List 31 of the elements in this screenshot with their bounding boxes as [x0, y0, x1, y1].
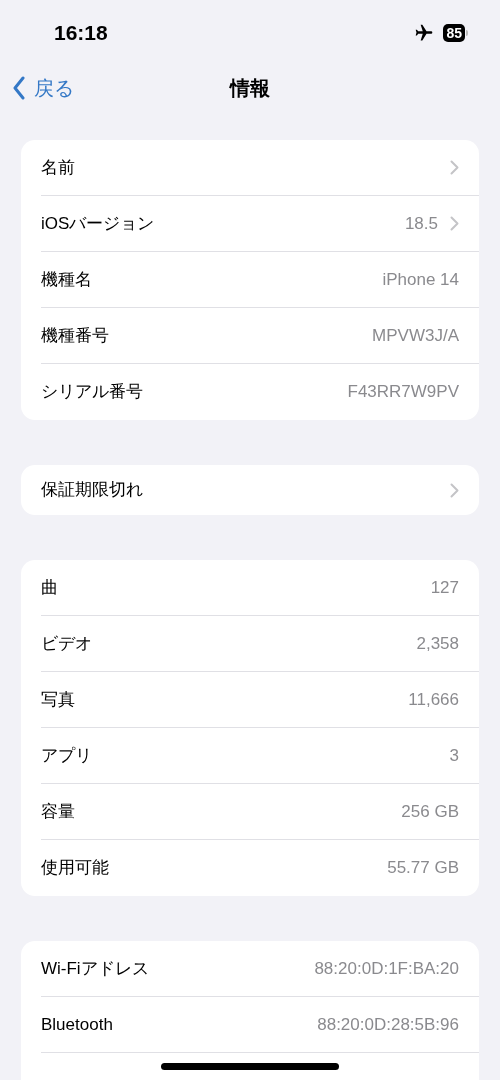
status-time: 16:18 — [54, 20, 108, 47]
row-value: 2,358 — [416, 632, 459, 655]
row-value: 3 — [449, 744, 459, 767]
row-value: 11,666 — [408, 688, 459, 711]
row-label: 機種番号 — [41, 324, 109, 347]
row-label: Bluetooth — [41, 1013, 113, 1036]
row-label: 名前 — [41, 156, 75, 179]
row-value: 127 — [430, 576, 459, 599]
row-label: 容量 — [41, 800, 75, 823]
row-value: 88:20:0D:1F:BA:20 — [314, 957, 459, 980]
row-value: MPVW3J/A — [372, 324, 459, 347]
battery-level: 85 — [443, 24, 465, 42]
row-value: F43RR7W9PV — [347, 381, 459, 404]
row-label: 保証期限切れ — [41, 479, 143, 502]
row-value: 55.77 GB — [387, 857, 459, 880]
row-label: iOSバージョン — [41, 212, 155, 235]
page-title: 情報 — [230, 76, 270, 101]
row-label: 機種名 — [41, 268, 92, 291]
row-label: ビデオ — [41, 632, 92, 655]
row-label: Wi-Fiアドレス — [41, 957, 149, 980]
back-button[interactable]: 戻る — [0, 73, 74, 103]
row-label: 使用可能 — [41, 857, 109, 880]
row-value: 18.5 — [404, 212, 438, 235]
row-label: 曲 — [41, 576, 58, 599]
row-label: アプリ — [41, 744, 92, 767]
row-value: 88:20:0D:28:5B:96 — [317, 1013, 459, 1036]
row-value: 256 GB — [401, 800, 459, 823]
row-value: iPhone 14 — [382, 268, 459, 291]
row-label: 写真 — [41, 688, 75, 711]
back-chevron-icon — [12, 76, 26, 100]
row-label: シリアル番号 — [41, 381, 143, 404]
